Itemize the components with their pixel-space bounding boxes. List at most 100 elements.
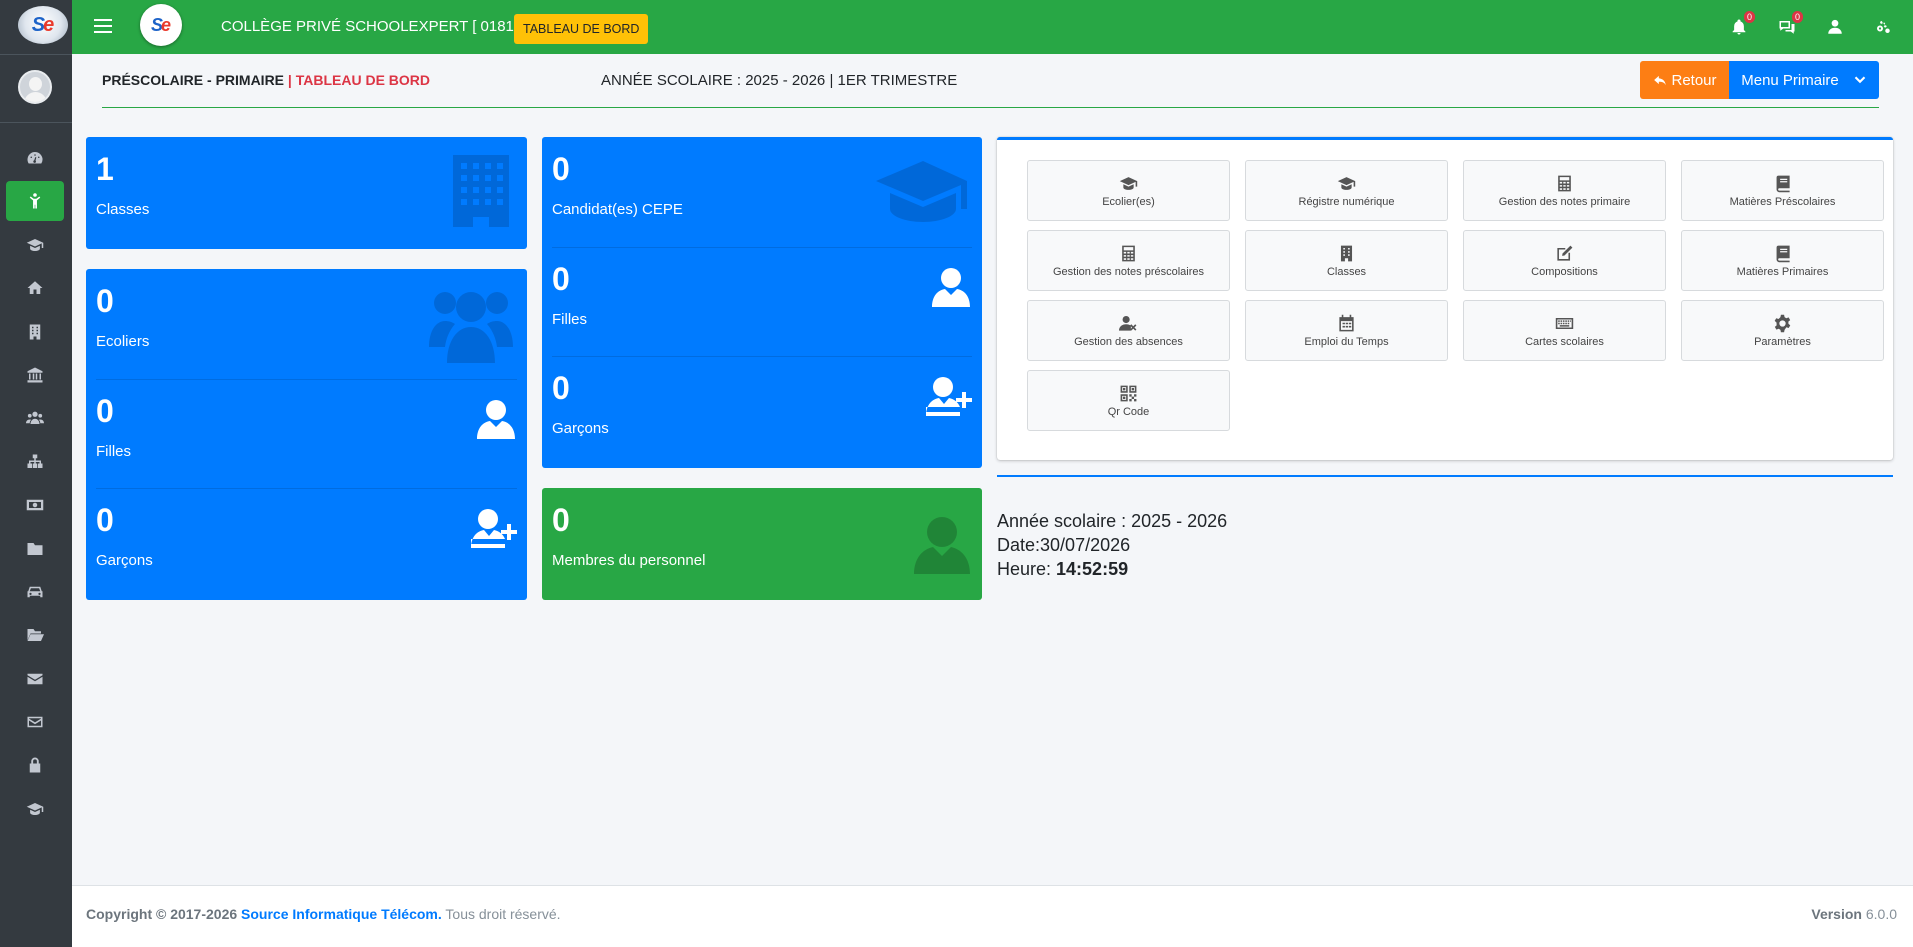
- shortcut-notes-prescolaires[interactable]: Gestion des notes préscolaires: [1027, 230, 1230, 291]
- breadcrumb-separator: |: [287, 72, 296, 88]
- school-year-text: Année scolaire : 2025 - 2026: [997, 511, 1228, 531]
- sidebar-item-bank[interactable]: [6, 355, 64, 395]
- building-icon: [29, 324, 41, 340]
- version-label: Version: [1811, 906, 1862, 922]
- breadcrumb: PRÉSCOLAIRE - PRIMAIRE | TABLEAU DE BORD: [102, 72, 430, 88]
- content-header: PRÉSCOLAIRE - PRIMAIRE | TABLEAU DE BORD…: [102, 61, 1879, 108]
- shortcut-matieres-primaires[interactable]: Matières Primaires: [1681, 230, 1884, 291]
- shortcut-label: Paramètres: [1754, 335, 1811, 348]
- notifications-count: 0: [1743, 11, 1755, 23]
- brand-logo[interactable]: Se: [18, 6, 68, 44]
- sidebar-item-transport[interactable]: [6, 572, 64, 612]
- shortcut-label: Qr Code: [1107, 405, 1150, 418]
- user-icon: [930, 267, 972, 312]
- sidebar-item-archives[interactable]: [6, 615, 64, 655]
- school-logo: Se: [140, 4, 182, 46]
- user-icon: [475, 399, 517, 444]
- date-time-info: Année scolaire : 2025 - 2026 Date:30/07/…: [997, 509, 1227, 581]
- breadcrumb-current: TABLEAU DE BORD: [295, 72, 431, 88]
- user-avatar[interactable]: [18, 70, 52, 104]
- ecoliers-count: 0: [96, 283, 114, 319]
- school-title: COLLÈGE PRIVÉ SCHOOLEXPERT [ 018191 ] |: [221, 18, 547, 35]
- envelope-icon: [27, 673, 43, 684]
- shortcut-label: Gestion des notes primaire: [1498, 195, 1631, 208]
- shortcut-label: Emploi du Temps: [1304, 335, 1389, 348]
- dashboard-badge[interactable]: TABLEAU DE BORD: [514, 14, 649, 44]
- messages-button[interactable]: 0: [1777, 11, 1803, 37]
- sidebar-item-folder[interactable]: [6, 529, 64, 569]
- graduation-cap-icon: [26, 238, 44, 251]
- profile-button[interactable]: [1825, 17, 1845, 37]
- copyright: Copyright © 2017-2026 Source Informatiqu…: [86, 906, 561, 922]
- back-button-label: Retour: [1671, 71, 1717, 89]
- school-year-info: ANNÉE SCOLAIRE : 2025 - 2026 | 1ER TRIME…: [601, 72, 958, 89]
- sidebar-item-building[interactable]: [6, 312, 64, 352]
- cepe-card[interactable]: 0 Candidat(es) CEPE 0 Filles 0 Garçons: [542, 137, 982, 468]
- book-icon: [1776, 175, 1790, 192]
- time-label: Heure:: [997, 559, 1057, 579]
- stat-cepe: 0 Candidat(es) CEPE: [542, 137, 982, 245]
- qrcode-icon: [1120, 385, 1137, 401]
- shortcut-notes-primaire[interactable]: Gestion des notes primaire: [1463, 160, 1666, 221]
- envelope-outline-icon: [27, 716, 43, 728]
- shortcut-qr-code[interactable]: Qr Code: [1027, 370, 1230, 431]
- user-plus-icon: [471, 508, 517, 553]
- shortcut-ecoliers[interactable]: Ecolier(es): [1027, 160, 1230, 221]
- rights-text: Tous droit réservé.: [441, 906, 561, 922]
- cepe-filles-label: Filles: [552, 311, 588, 328]
- stat-cepe-garcons: 0 Garçons: [542, 356, 982, 464]
- graduation-cap-icon: [876, 157, 970, 228]
- sidebar-item-security[interactable]: [6, 745, 64, 785]
- sidebar-item-dashboard[interactable]: [6, 138, 64, 178]
- shortcut-matieres-prescolaires[interactable]: Matières Préscolaires: [1681, 160, 1884, 221]
- sidebar-item-ecoliers[interactable]: [6, 225, 64, 265]
- menu-primaire-label: Menu Primaire: [1741, 71, 1839, 89]
- classes-label: Classes: [96, 201, 150, 218]
- version-number: 6.0.0: [1861, 906, 1897, 922]
- calculator-icon: [1122, 245, 1135, 261]
- students-card[interactable]: 0 Ecoliers 0 Filles 0 Garçons: [86, 269, 527, 600]
- sidebar-divider: [0, 122, 72, 123]
- shortcut-classes[interactable]: Classes: [1245, 230, 1448, 291]
- sidebar-item-users[interactable]: [6, 398, 64, 438]
- sidebar-item-finance[interactable]: [6, 485, 64, 525]
- brand-link[interactable]: Source Informatique Télécom.: [241, 906, 442, 922]
- stat-filles: 0 Filles: [86, 379, 527, 487]
- sidebar-item-home[interactable]: [6, 268, 64, 308]
- settings-button[interactable]: [1873, 17, 1893, 37]
- version-info: Version 6.0.0: [1811, 906, 1897, 922]
- sidebar-item-primaire[interactable]: [6, 181, 64, 222]
- shortcut-label: Classes: [1326, 265, 1367, 278]
- shortcut-absences[interactable]: Gestion des absences: [1027, 300, 1230, 361]
- building-icon: [1340, 245, 1353, 261]
- chevron-down-icon: [1854, 76, 1866, 84]
- cepe-label: Candidat(es) CEPE: [552, 201, 683, 218]
- garcons-label: Garçons: [96, 552, 153, 569]
- shortcut-cartes-scolaires[interactable]: Cartes scolaires: [1463, 300, 1666, 361]
- sidebar-item-messages[interactable]: [6, 659, 64, 699]
- shortcut-emploi-du-temps[interactable]: Emploi du Temps: [1245, 300, 1448, 361]
- classes-card[interactable]: 1 Classes: [86, 137, 527, 249]
- gear-icon: [1774, 314, 1791, 332]
- copyright-text: Copyright © 2017-2026: [86, 906, 242, 922]
- ecoliers-label: Ecoliers: [96, 333, 150, 350]
- stat-classes: 1 Classes: [86, 137, 527, 245]
- menu-toggle-icon[interactable]: [94, 15, 112, 37]
- classes-count: 1: [96, 151, 114, 187]
- staff-card[interactable]: 0 Membres du personnel: [542, 488, 982, 600]
- sidebar-item-graduates[interactable]: [6, 789, 64, 829]
- graduation-cap-icon: [1337, 176, 1356, 190]
- sidebar-item-sitemap[interactable]: [6, 442, 64, 482]
- user-times-icon: [1119, 315, 1137, 331]
- shortcut-label: Cartes scolaires: [1525, 335, 1604, 348]
- home-icon: [27, 281, 43, 295]
- notifications-button[interactable]: 0: [1729, 11, 1755, 37]
- back-button[interactable]: Retour: [1640, 61, 1730, 99]
- sidebar-item-mail[interactable]: [6, 702, 64, 742]
- shortcut-label: Gestion des notes préscolaires: [1052, 265, 1205, 278]
- menu-primaire-dropdown[interactable]: Menu Primaire: [1729, 61, 1879, 99]
- shortcut-registre[interactable]: Régistre numérique: [1245, 160, 1448, 221]
- shortcut-compositions[interactable]: Compositions: [1463, 230, 1666, 291]
- shortcut-parametres[interactable]: Paramètres: [1681, 300, 1884, 361]
- child-icon: [29, 193, 41, 209]
